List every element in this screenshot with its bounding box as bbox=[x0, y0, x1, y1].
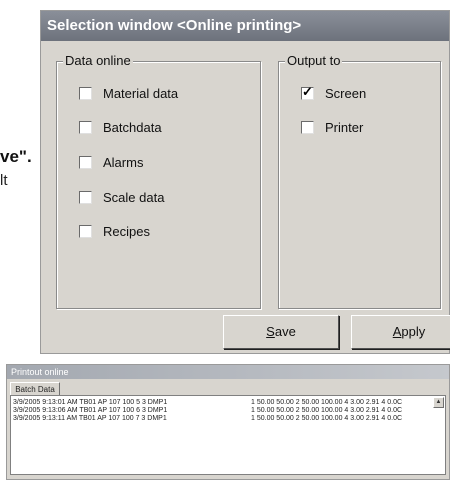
checkbox-alarms[interactable]: Alarms bbox=[79, 155, 143, 170]
checkbox-printer[interactable]: Printer bbox=[301, 120, 363, 135]
checkbox-box[interactable] bbox=[79, 191, 92, 204]
checkbox-box[interactable] bbox=[79, 225, 92, 238]
checkbox-scale-data[interactable]: Scale data bbox=[79, 190, 164, 205]
apply-label: pply bbox=[401, 324, 426, 339]
checkbox-box-checked[interactable]: ✓ bbox=[301, 84, 314, 100]
printout-list[interactable]: 3/9/2005 9:13:01 AM TB01 AP 107 100 5 3 … bbox=[10, 395, 446, 475]
list-item-left: 3/9/2005 9:13:01 AM TB01 AP 107 100 5 3 … bbox=[13, 399, 168, 406]
selection-window: Selection window <Online printing> Data … bbox=[40, 10, 450, 354]
checkbox-recipes[interactable]: Recipes bbox=[79, 224, 150, 239]
list-item-right: 1 50.00 50.00 2 50.00 100.00 4 3.00 2.91… bbox=[251, 399, 403, 406]
checkmark-icon: ✓ bbox=[302, 84, 313, 99]
output-to-legend: Output to bbox=[285, 53, 343, 68]
checkbox-label: Material data bbox=[103, 86, 179, 101]
checkbox-label: Alarms bbox=[103, 155, 144, 170]
list-item-right: 1 50.00 50.00 2 50.00 100.00 4 3.00 2.91… bbox=[251, 415, 403, 422]
list-item-left: 3/9/2005 9:13:11 AM TB01 AP 107 100 7 3 … bbox=[13, 415, 167, 422]
save-accelerator: S bbox=[266, 324, 275, 339]
save-label: ave bbox=[274, 324, 296, 339]
output-to-group: Output to ✓ Screen Printer bbox=[278, 53, 441, 309]
data-online-group: Data online Material data Batchdata Alar… bbox=[56, 53, 261, 309]
list-item-right: 1 50.00 50.00 2 50.00 100.00 4 3.00 2.91… bbox=[251, 407, 403, 414]
scroll-up-arrow-icon[interactable]: ▲ bbox=[433, 397, 444, 408]
data-online-legend: Data online bbox=[63, 53, 133, 68]
doc-text-fragment-bold: ve". bbox=[0, 147, 32, 166]
printout-window-title: Printout online bbox=[7, 365, 449, 379]
list-item: 3/9/2005 9:13:01 AM TB01 AP 107 100 5 3 … bbox=[13, 399, 402, 407]
list-item: 3/9/2005 9:13:11 AM TB01 AP 107 100 7 3 … bbox=[13, 415, 402, 423]
checkbox-label: Batchdata bbox=[103, 120, 162, 135]
checkbox-label: Recipes bbox=[103, 224, 150, 239]
doc-text-fragment: lt bbox=[0, 172, 8, 189]
checkbox-material-data[interactable]: Material data bbox=[79, 86, 178, 101]
checkbox-screen[interactable]: ✓ Screen bbox=[301, 84, 367, 101]
checkbox-label: Scale data bbox=[103, 190, 165, 205]
printout-online-window: Printout online Batch Data 3/9/2005 9:13… bbox=[6, 364, 450, 480]
checkbox-box[interactable] bbox=[79, 156, 92, 169]
checkbox-batchdata[interactable]: Batchdata bbox=[79, 120, 162, 135]
list-item-left: 3/9/2005 9:13:06 AM TB01 AP 107 100 6 3 … bbox=[13, 407, 168, 414]
checkbox-box[interactable] bbox=[79, 121, 92, 134]
list-item: 3/9/2005 9:13:06 AM TB01 AP 107 100 6 3 … bbox=[13, 407, 402, 415]
tab-batch-data[interactable]: Batch Data bbox=[10, 382, 60, 396]
checkbox-box[interactable] bbox=[79, 87, 92, 100]
apply-button[interactable]: Apply bbox=[351, 315, 450, 349]
checkbox-label: Printer bbox=[325, 120, 364, 135]
save-button[interactable]: Save bbox=[223, 315, 339, 349]
selection-window-title: Selection window <Online printing> bbox=[41, 11, 449, 41]
checkbox-box[interactable] bbox=[301, 121, 314, 134]
checkbox-label: Screen bbox=[325, 86, 367, 101]
